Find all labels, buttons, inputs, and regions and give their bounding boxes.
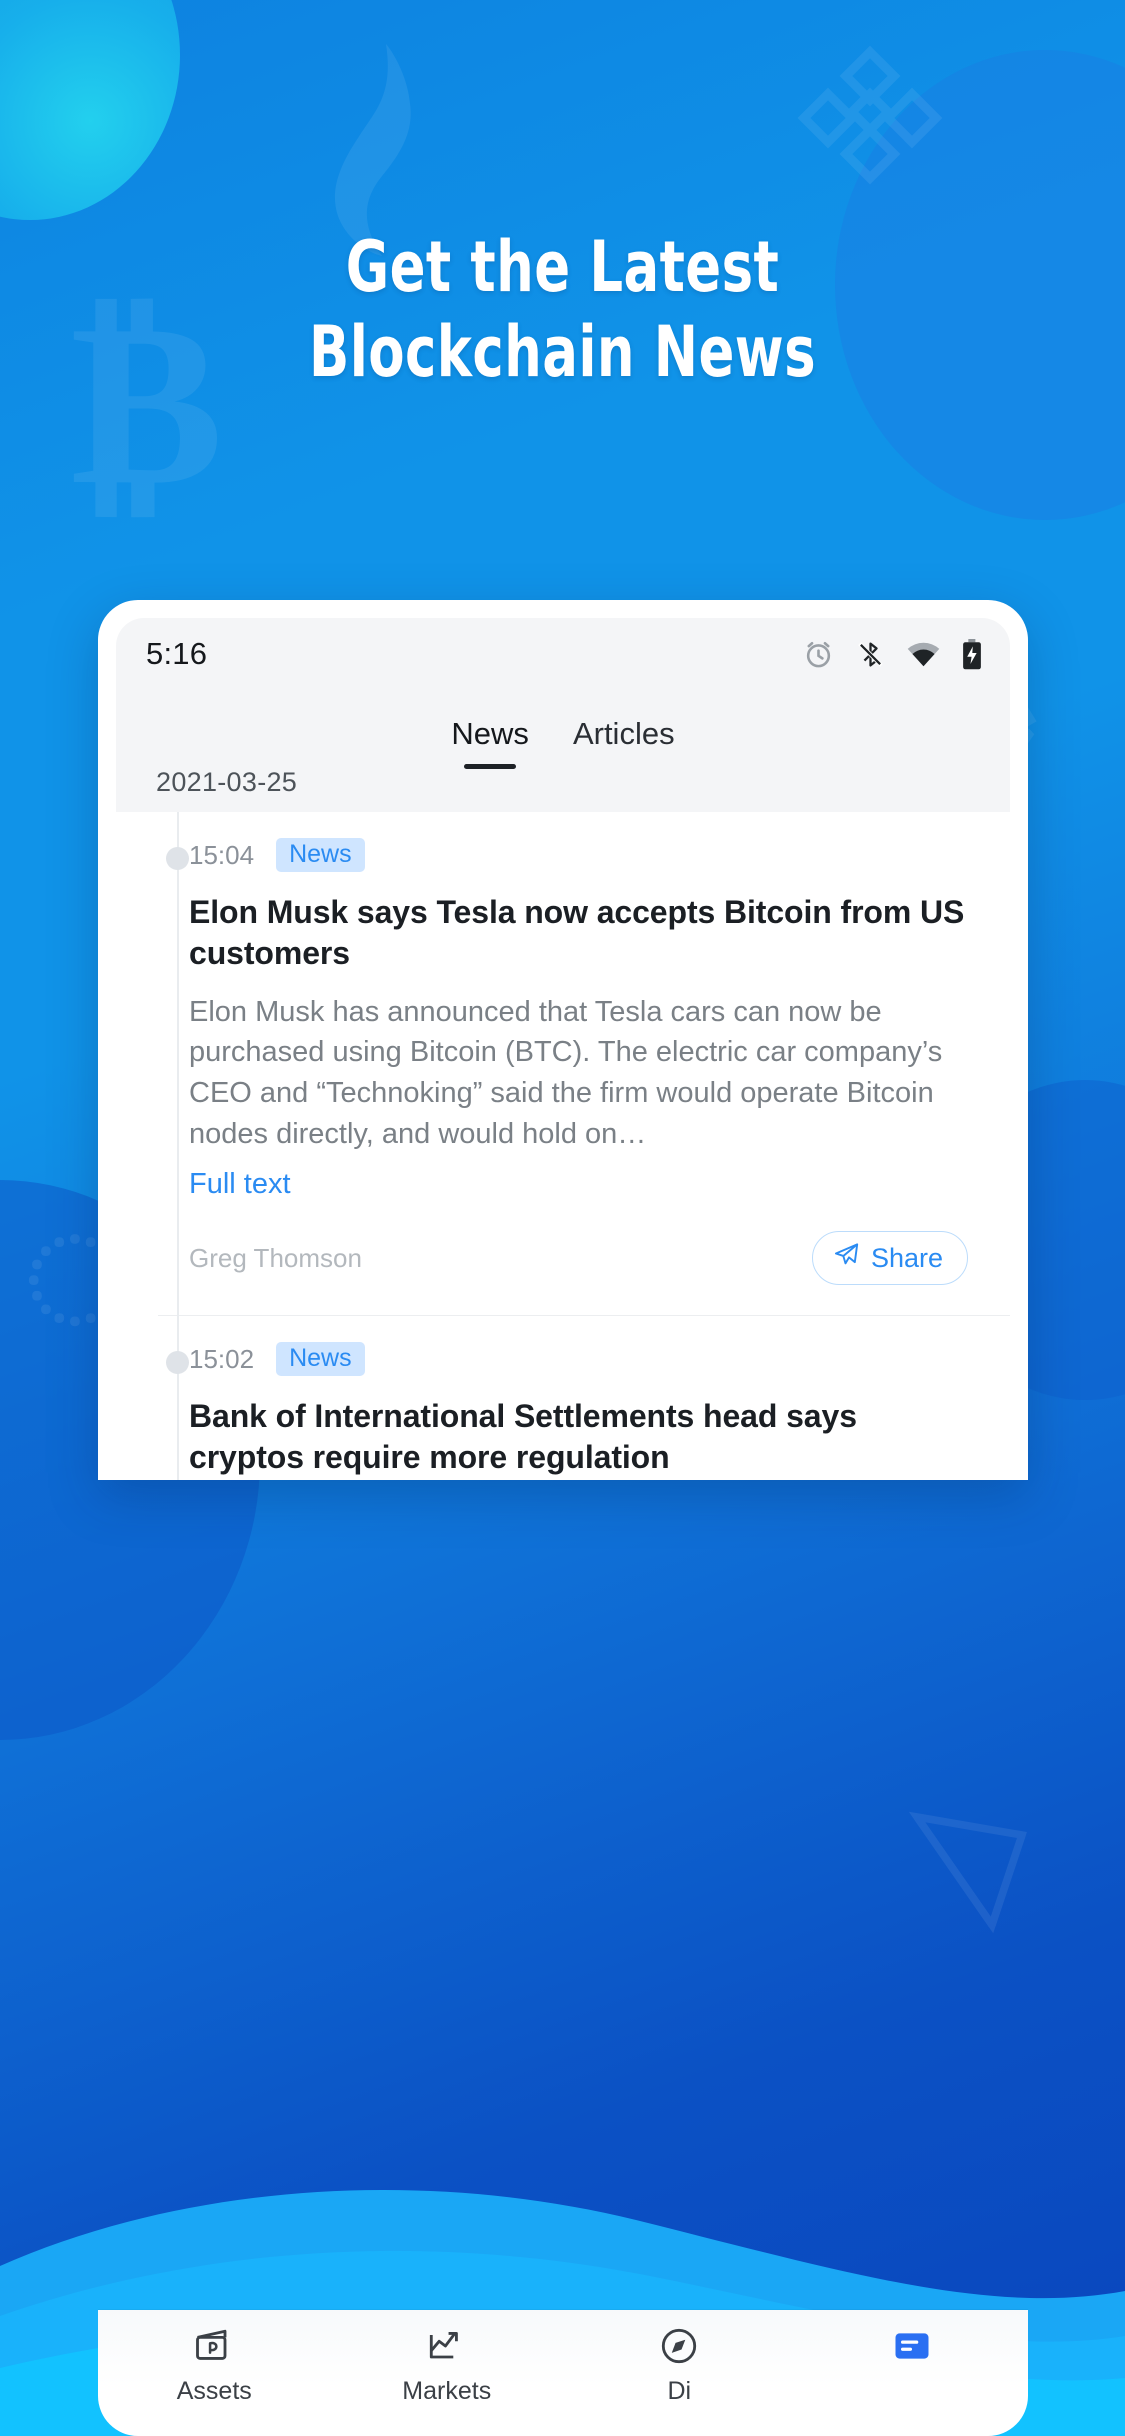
nav-item-assets-label: Assets	[176, 2377, 252, 2405]
tab-articles[interactable]: Articles	[573, 716, 675, 756]
nav-item-discover-label: Di	[667, 2377, 692, 2405]
compass-icon	[657, 2324, 701, 2368]
headline-line-1: Get the Latest	[345, 226, 780, 308]
nav-item-news[interactable]	[796, 2324, 1029, 2377]
tab-news-label: News	[451, 716, 529, 751]
wifi-icon	[907, 641, 940, 668]
chart-icon	[425, 2324, 469, 2368]
share-button-label: Share	[870, 1242, 943, 1273]
tab-bar: News Articles 2021-03-25	[116, 690, 1010, 812]
bottom-navigation: Assets Markets Di	[98, 2310, 1028, 2436]
status-badge: News	[276, 838, 365, 872]
news-item-time: 15:02	[189, 1343, 255, 1374]
news-item-footer: Greg Thomson Share	[189, 1231, 968, 1315]
news-item-title[interactable]: Elon Musk says Tesla now accepts Bitcoin…	[189, 892, 968, 975]
status-bar-clock: 5:16	[146, 636, 208, 671]
wallet-icon	[192, 2324, 236, 2368]
paper-plane-icon	[833, 1241, 860, 1275]
news-item-body: Elon Musk has announced that Tesla cars …	[189, 995, 943, 1151]
bluetooth-off-icon	[856, 640, 885, 669]
nav-item-markets[interactable]: Markets	[331, 2324, 564, 2406]
nav-item-assets[interactable]: Assets	[98, 2324, 331, 2406]
news-feed[interactable]: 15:04 News Elon Musk says Tesla now acce…	[116, 812, 1010, 1480]
promo-headline: Get the Latest Blockchain News	[90, 225, 1035, 394]
binance-watermark-icon	[795, 40, 945, 190]
status-badge: News	[276, 1342, 365, 1377]
news-item-time: 15:04	[189, 839, 255, 870]
status-bar-icons	[803, 638, 982, 670]
alarm-icon	[803, 639, 834, 670]
decorative-circle-top-left	[0, 0, 180, 220]
news-item-meta: 15:04 News	[189, 838, 968, 872]
battery-charging-icon	[962, 638, 982, 670]
news-item[interactable]: 15:04 News Elon Musk says Tesla now acce…	[116, 812, 1010, 1315]
share-button[interactable]: Share	[811, 1231, 968, 1286]
timeline-dot	[166, 1351, 189, 1375]
tab-active-indicator	[464, 764, 517, 769]
nav-item-markets-label: Markets	[402, 2377, 492, 2405]
phone-mockup: 5:16 News Articles 2021-03-25 15:04 News…	[98, 600, 1028, 1480]
date-header: 2021-03-25	[116, 756, 1010, 812]
status-bar: 5:16	[116, 618, 1010, 690]
full-text-link[interactable]: Full text	[189, 1168, 968, 1201]
tab-news[interactable]: News	[451, 716, 529, 769]
headline-line-2: Blockchain News	[308, 310, 817, 393]
news-item[interactable]: 15:02 News Bank of International Settlem…	[116, 1316, 1010, 1480]
news-item-title[interactable]: Bank of International Settlements head s…	[189, 1396, 968, 1479]
phone-screen: 5:16 News Articles 2021-03-25 15:04 News…	[116, 618, 1010, 1480]
nav-item-discover[interactable]: Di	[563, 2324, 796, 2406]
tron-watermark-icon	[905, 1790, 1055, 1940]
news-item-meta: 15:02 News	[189, 1342, 968, 1377]
news-item-author: Greg Thomson	[189, 1242, 362, 1273]
news-icon	[890, 2324, 934, 2368]
timeline-dot	[166, 847, 189, 870]
tab-articles-label: Articles	[572, 716, 675, 751]
